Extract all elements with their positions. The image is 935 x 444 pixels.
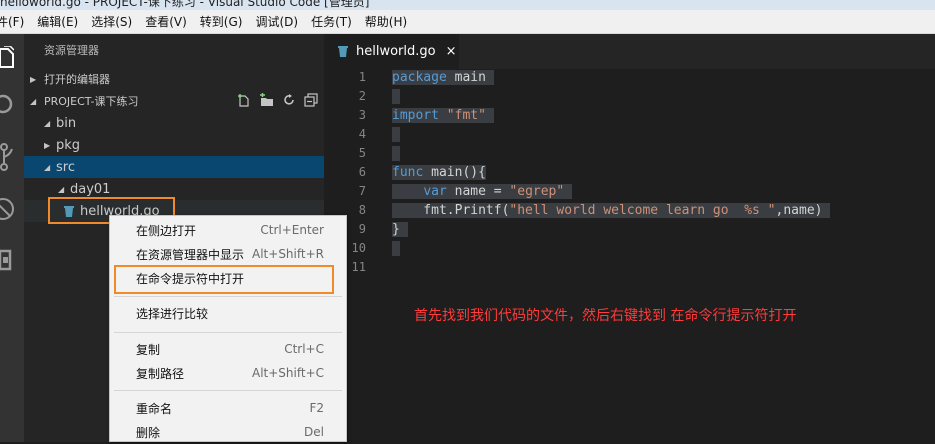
code-line-3: import "fmt" bbox=[392, 106, 830, 125]
go-file-icon bbox=[338, 45, 348, 58]
menu-item-shortcut: Ctrl+Enter bbox=[260, 223, 324, 237]
line-number: 2 bbox=[358, 89, 366, 103]
menu-view[interactable]: 查看(V) bbox=[145, 13, 187, 30]
menu-go[interactable]: 转到(G) bbox=[200, 13, 243, 30]
code-line-1: package main bbox=[392, 70, 494, 85]
chevron-right-icon: ▶ bbox=[30, 74, 37, 84]
line-number: 7 bbox=[358, 184, 366, 198]
chevron-down-icon: ◢ bbox=[30, 96, 37, 106]
code-line-4 bbox=[392, 125, 830, 144]
menu-item-label: 选择进行比较 bbox=[136, 306, 209, 321]
context-menu: 在侧边打开 Ctrl+Enter 在资源管理器中显示 Alt+Shift+R 在… bbox=[109, 215, 347, 442]
menu-item-copy-path[interactable]: 复制路径 Alt+Shift+C bbox=[110, 361, 346, 385]
open-editors-section[interactable]: ▶ 打开的编辑器 bbox=[24, 68, 324, 90]
line-number: 4 bbox=[358, 127, 366, 141]
menu-item-shortcut: Ctrl+C bbox=[284, 342, 324, 356]
annotation-text: 首先找到我们代码的文件，然后右键找到 在命令行提示符打开 bbox=[414, 308, 797, 324]
menu-item-shortcut: F2 bbox=[309, 401, 324, 415]
menu-selection[interactable]: 选择(S) bbox=[91, 13, 132, 30]
editor-tabbar: hellworld.go × bbox=[324, 34, 935, 69]
chevron-down-icon: ◢ bbox=[58, 184, 65, 194]
tab-hellworld-go[interactable]: hellworld.go × bbox=[324, 34, 459, 69]
menu-item-label: 重命名 bbox=[136, 401, 173, 416]
open-editors-label: 打开的编辑器 bbox=[44, 73, 110, 86]
tree-item-bin[interactable]: ◢ bin bbox=[24, 112, 324, 134]
tab-label: hellworld.go bbox=[356, 44, 436, 59]
close-icon[interactable]: × bbox=[446, 44, 457, 59]
explorer-icon[interactable] bbox=[0, 42, 24, 72]
menu-debug[interactable]: 调试(D) bbox=[255, 13, 298, 30]
tree-item-src[interactable]: ◢ src bbox=[24, 156, 324, 178]
menu-item-label: 复制 bbox=[136, 342, 161, 357]
editor-area: hellworld.go × 1 2 3 4 5 6 7 8 9 10 11 p… bbox=[324, 34, 935, 442]
collapse-all-icon[interactable] bbox=[304, 92, 318, 110]
tree-item-label: pkg bbox=[56, 137, 81, 153]
code-line-7: var name = "egrep" bbox=[392, 182, 830, 201]
source-control-icon[interactable] bbox=[0, 142, 24, 172]
menu-edit[interactable]: 编辑(E) bbox=[37, 13, 78, 30]
menu-item-shortcut: Alt+Shift+C bbox=[251, 366, 324, 380]
project-actions bbox=[237, 90, 318, 112]
sidebar-title: 资源管理器 bbox=[44, 44, 99, 57]
line-number: 6 bbox=[358, 165, 366, 179]
menu-item-label: 在资源管理器中显示 bbox=[136, 247, 245, 262]
menu-item-label: 在侧边打开 bbox=[136, 223, 197, 238]
window-titlebar: helloworld.go - PROJECT-课下练习 - Visual St… bbox=[0, 0, 935, 10]
line-number: 1 bbox=[358, 70, 366, 84]
menu-separator bbox=[114, 390, 342, 391]
code-line-10 bbox=[392, 239, 830, 258]
menu-item-shortcut: Alt+Shift+R bbox=[252, 247, 324, 261]
menu-item-shortcut: Del bbox=[304, 425, 324, 439]
menu-help[interactable]: 帮助(H) bbox=[365, 13, 407, 30]
menu-file[interactable]: 件(F) bbox=[0, 13, 24, 30]
menu-item-rename[interactable]: 重命名 F2 bbox=[110, 396, 346, 420]
window-title: helloworld.go - PROJECT-课下练习 - Visual St… bbox=[0, 0, 370, 9]
code-editor[interactable]: package main import "fmt" func main(){ v… bbox=[392, 68, 831, 277]
refresh-icon[interactable] bbox=[282, 93, 296, 110]
code-line-2 bbox=[392, 87, 830, 106]
code-line-6: func main(){ bbox=[392, 165, 486, 180]
chevron-down-icon: ◢ bbox=[44, 118, 51, 128]
new-folder-icon[interactable] bbox=[259, 92, 274, 110]
menu-separator bbox=[114, 296, 342, 297]
menu-item-delete[interactable]: 删除 Del bbox=[110, 420, 346, 444]
menu-separator bbox=[114, 332, 342, 333]
menu-item-copy[interactable]: 复制 Ctrl+C bbox=[110, 337, 346, 361]
code-line-9: } bbox=[392, 222, 408, 237]
project-label: PROJECT-课下练习 bbox=[44, 95, 139, 108]
new-file-icon[interactable] bbox=[237, 93, 251, 110]
tree-item-pkg[interactable]: ▶ pkg bbox=[24, 134, 324, 156]
project-section[interactable]: ◢ PROJECT-课下练习 bbox=[24, 90, 324, 112]
menu-item-reveal-in-explorer[interactable]: 在资源管理器中显示 Alt+Shift+R bbox=[110, 242, 346, 266]
menu-bar: 件(F) 编辑(E) 选择(S) 查看(V) 转到(G) 调试(D) 任务(T)… bbox=[0, 10, 935, 34]
search-icon[interactable] bbox=[0, 89, 24, 119]
line-number: 5 bbox=[358, 146, 366, 160]
line-number: 3 bbox=[358, 108, 366, 122]
menu-tasks[interactable]: 任务(T) bbox=[311, 13, 352, 30]
chevron-down-icon: ◢ bbox=[44, 162, 51, 172]
chevron-right-icon: ▶ bbox=[44, 140, 51, 150]
menu-highlight-box bbox=[114, 265, 334, 294]
menu-item-label: 删除 bbox=[136, 425, 161, 440]
menu-item-open-to-side[interactable]: 在侧边打开 Ctrl+Enter bbox=[110, 218, 346, 242]
menu-item-select-for-compare[interactable]: 选择进行比较 bbox=[110, 301, 346, 325]
tree-item-label: src bbox=[56, 159, 75, 175]
debug-icon[interactable] bbox=[0, 194, 24, 224]
tree-item-label: day01 bbox=[70, 181, 111, 197]
menu-item-label: 复制路径 bbox=[136, 366, 185, 381]
activity-bar bbox=[0, 34, 24, 442]
extensions-icon[interactable] bbox=[0, 244, 24, 274]
tree-item-label: bin bbox=[56, 115, 77, 131]
code-line-5 bbox=[392, 144, 830, 163]
code-line-8: fmt.Printf("hell world welcome learn go … bbox=[392, 203, 831, 218]
